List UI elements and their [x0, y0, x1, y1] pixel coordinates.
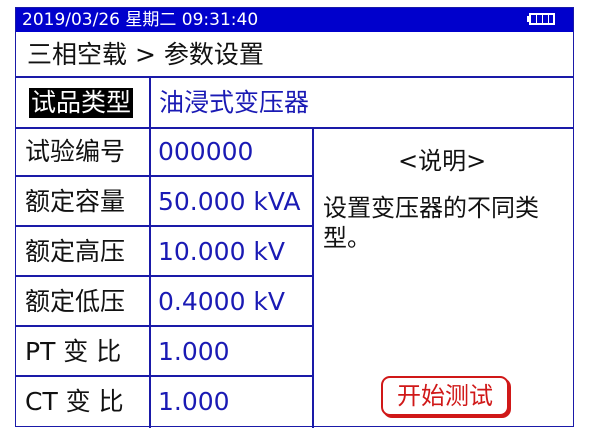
param-row-ct-ratio[interactable]: CT 变 比 1.000	[16, 379, 312, 427]
type-divider	[149, 78, 151, 127]
param-label: PT 变 比	[25, 337, 122, 366]
sample-type-label: 试品类型	[29, 88, 134, 118]
start-test-button[interactable]: 开始测试	[381, 376, 509, 416]
help-title: <说明>	[398, 147, 487, 175]
param-label: 额定容量	[25, 187, 126, 216]
param-value[interactable]: 10.000 kV	[158, 237, 285, 267]
param-value[interactable]: 50.000 kVA	[158, 187, 301, 217]
help-panel-divider	[312, 129, 314, 428]
breadcrumb-text: 三相空载 > 参数设置	[27, 40, 264, 69]
param-label: 额定高压	[25, 237, 126, 266]
param-label: 试验编号	[25, 137, 126, 166]
device-screen: 2019/03/26 星期二 09:31:40 三相空载 > 参数设置 试品类型…	[15, 7, 574, 428]
sample-type-row[interactable]: 试品类型 油浸式变压器	[16, 78, 573, 129]
sample-type-value[interactable]: 油浸式变压器	[159, 88, 309, 118]
param-value[interactable]: 1.000	[158, 387, 230, 417]
help-text: 设置变压器的不同类型。	[323, 194, 539, 252]
param-value[interactable]: 1.000	[158, 337, 230, 367]
breadcrumb: 三相空载 > 参数设置	[16, 32, 573, 78]
param-row-pt-ratio[interactable]: PT 变 比 1.000	[16, 329, 312, 377]
param-label: CT 变 比	[25, 387, 124, 416]
status-datetime: 2019/03/26 星期二 09:31:40	[22, 10, 259, 30]
start-test-label: 开始测试	[397, 382, 493, 410]
param-row-rated-low-voltage[interactable]: 额定低压 0.4000 kV	[16, 279, 312, 327]
param-row-rated-capacity[interactable]: 额定容量 50.000 kVA	[16, 179, 312, 227]
status-bar: 2019/03/26 星期二 09:31:40	[16, 8, 573, 32]
param-row-test-number[interactable]: 试验编号 000000	[16, 129, 312, 177]
param-row-rated-high-voltage[interactable]: 额定高压 10.000 kV	[16, 229, 312, 277]
column-divider	[149, 129, 151, 428]
param-value[interactable]: 000000	[158, 137, 253, 167]
param-value[interactable]: 0.4000 kV	[158, 287, 285, 317]
param-label: 额定低压	[25, 287, 126, 316]
battery-full-icon	[527, 13, 555, 25]
